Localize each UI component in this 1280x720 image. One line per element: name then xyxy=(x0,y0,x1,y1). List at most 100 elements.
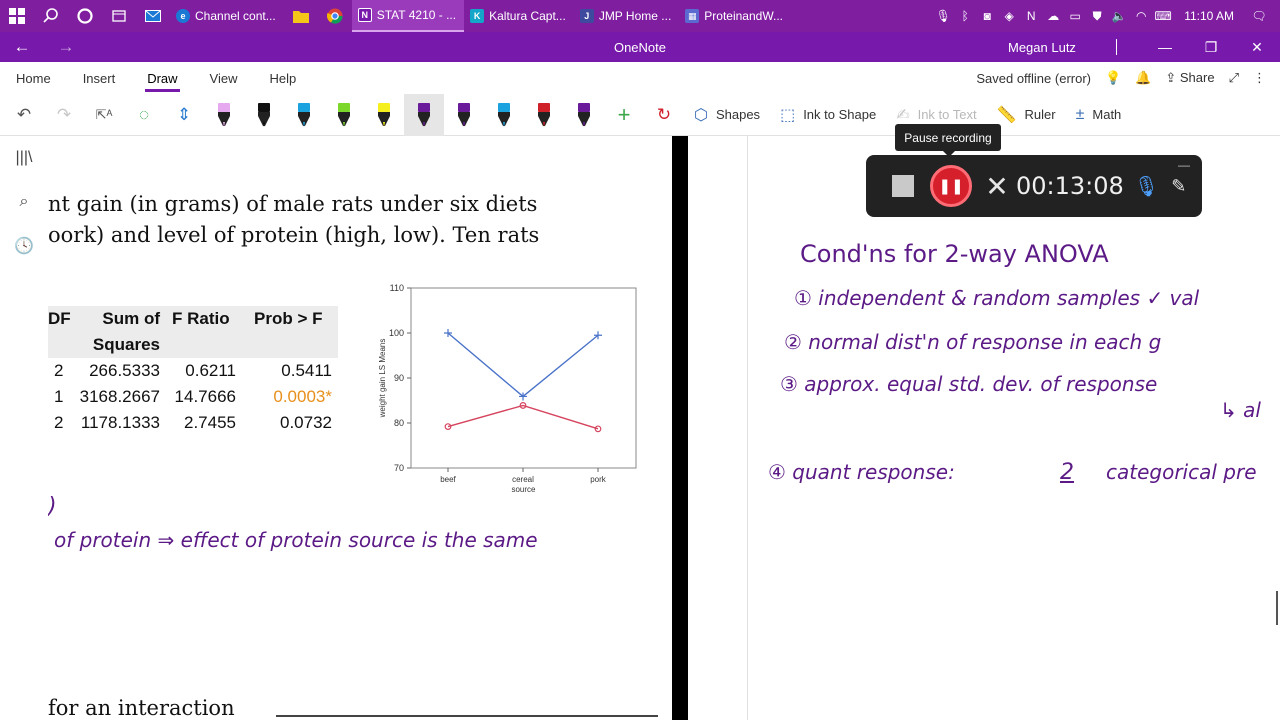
blue-pen-icon[interactable] xyxy=(284,94,324,136)
tab-draw[interactable]: Draw xyxy=(131,62,193,94)
minimize-icon[interactable]: — xyxy=(1142,32,1188,62)
lasso-select-icon[interactable]: ◌ xyxy=(124,94,164,136)
pause-icon: ❚❚ xyxy=(938,178,964,195)
annotate-pen-icon[interactable]: ✎ xyxy=(1171,176,1186,197)
tab-home[interactable]: Home xyxy=(0,62,67,94)
app-tray-icon[interactable]: ◈ xyxy=(998,0,1020,32)
f-ratio-header: F Ratio xyxy=(172,309,230,328)
ink-to-shape-button[interactable]: ⬚ Ink to Shape xyxy=(770,94,886,136)
notebooks-icon[interactable]: |||\ xyxy=(0,136,48,180)
fullscreen-icon[interactable]: ⤢ xyxy=(1229,70,1239,86)
file-explorer-icon[interactable] xyxy=(284,0,318,32)
tab-insert[interactable]: Insert xyxy=(67,62,132,94)
microphone-icon[interactable]: 🎙 xyxy=(932,0,954,32)
app-title: OneNote xyxy=(613,39,667,55)
kaltura-tray-icon[interactable]: ◙ xyxy=(976,0,998,32)
taskbar-item-kaltura[interactable]: K Kaltura Capt... xyxy=(464,0,574,32)
add-pen-icon[interactable]: + xyxy=(604,94,644,136)
math-icon: ± xyxy=(1075,105,1085,123)
anova-row: 2 1178.1333 2.7455 0.0732 xyxy=(48,410,338,436)
cortana-icon[interactable] xyxy=(68,0,102,32)
purple-galaxy-pen-icon[interactable] xyxy=(444,94,484,136)
ruler-label: Ruler xyxy=(1024,107,1056,122)
shapes-label: Shapes xyxy=(715,107,761,122)
taskbar-item-jmp-home[interactable]: J JMP Home ... xyxy=(574,0,679,32)
shapes-button[interactable]: ⬡ Shapes xyxy=(684,94,770,136)
account-name[interactable]: Megan Lutz xyxy=(1008,40,1076,55)
pink-highlighter-icon[interactable] xyxy=(204,94,244,136)
clock[interactable]: 11:10 AM xyxy=(1174,9,1248,23)
search-icon[interactable] xyxy=(34,0,68,32)
ink-condition-4-rest: categorical pre xyxy=(1106,460,1257,484)
anova-table: DF Sum of Squares F Ratio Prob > F 2 266.… xyxy=(48,306,338,436)
undo-icon[interactable]: ↶ xyxy=(4,94,44,136)
volume-icon[interactable]: 🔈 xyxy=(1108,0,1130,32)
taskbar-item-label: Kaltura Capt... xyxy=(489,9,566,23)
type-select-icon[interactable]: ⇱ᴬ xyxy=(84,94,124,136)
x-tick-label: cereal xyxy=(512,475,534,484)
tab-view[interactable]: View xyxy=(194,62,254,94)
lightbulb-icon[interactable]: 💡 xyxy=(1105,70,1121,86)
black-pen-icon[interactable] xyxy=(244,94,284,136)
battery-icon[interactable]: ▭ xyxy=(1064,0,1086,32)
add-space-icon[interactable]: ⇕ xyxy=(164,94,204,136)
anova-f-cell: 0.6211 xyxy=(185,361,236,380)
purple-glitter-pen-icon[interactable] xyxy=(564,94,604,136)
taskbar-item-protein-data[interactable]: ▦ ProteinandW... xyxy=(679,0,791,32)
notifications-icon[interactable]: 🗨 xyxy=(1248,0,1270,32)
redo-icon[interactable]: ↷ xyxy=(44,94,84,136)
taskbar-item-edge[interactable]: e Channel cont... xyxy=(170,0,284,32)
ink-condition-2: ② normal dist'n of response in each g xyxy=(784,330,1162,354)
defender-icon[interactable]: ⛊ xyxy=(1086,0,1108,32)
ink-conditions-title: Cond'ns for 2-way ANOVA xyxy=(800,240,1109,268)
yellow-highlighter-icon[interactable] xyxy=(364,94,404,136)
note-page[interactable]: nt gain (in grams) of male rats under si… xyxy=(48,136,1280,720)
microphone-icon[interactable]: 🎙 xyxy=(1134,174,1159,199)
onedrive-icon[interactable]: ☁ xyxy=(1042,0,1064,32)
close-icon[interactable]: ✕ xyxy=(1234,32,1280,62)
windows-start-icon[interactable] xyxy=(0,0,34,32)
share-icon: ⇪ xyxy=(1165,70,1180,85)
ribbon-more-icon[interactable]: ⋮ xyxy=(1253,70,1266,86)
shapes-icon: ⬡ xyxy=(694,106,708,124)
ruler-icon: 📏 xyxy=(996,106,1017,124)
mail-icon[interactable] xyxy=(136,0,170,32)
anova-rows: 2 266.5333 0.6211 0.5411 1 3168.2667 14.7666 0.… xyxy=(48,358,338,436)
anova-row: 1 3168.2667 14.7666 0.0003* xyxy=(48,384,338,410)
math-button[interactable]: ± Math xyxy=(1066,94,1132,136)
share-button[interactable]: ⇪ Share xyxy=(1165,70,1214,86)
recording-widget: ❚❚ ✕ 00:13:08 🎙 ✎ — xyxy=(866,155,1202,217)
red-pen-icon[interactable] xyxy=(524,94,564,136)
minimize-widget-icon[interactable]: — xyxy=(1178,158,1190,172)
taskbar-item-onenote[interactable]: N STAT 4210 - ... xyxy=(351,0,465,32)
keyboard-icon[interactable]: ⌨ xyxy=(1152,0,1174,32)
stop-recording-icon[interactable] xyxy=(892,175,914,197)
green-pen-icon[interactable] xyxy=(324,94,364,136)
scroll-indicator[interactable] xyxy=(1276,591,1278,625)
cancel-recording-icon[interactable]: ✕ xyxy=(984,170,1010,203)
chrome-icon[interactable] xyxy=(318,0,352,32)
purple-pen-icon[interactable] xyxy=(404,93,444,136)
x-tick-label: pork xyxy=(590,475,607,484)
blue-galaxy-pen-icon[interactable] xyxy=(484,94,524,136)
search-icon[interactable]: ⌕ xyxy=(0,180,48,224)
task-view-icon[interactable] xyxy=(102,0,136,32)
ink-condition-3-cont: ↳ al xyxy=(1220,398,1261,422)
sync-status[interactable]: Saved offline (error) xyxy=(976,71,1091,86)
windows-taskbar: e Channel cont... N STAT 4210 - ... K Ka… xyxy=(0,0,1280,32)
ink-protein-note: of protein ⇒ effect of protein source is… xyxy=(54,528,538,552)
wifi-icon[interactable]: ◠ xyxy=(1130,0,1152,32)
forward-arrow-icon[interactable]: → xyxy=(44,32,88,62)
ink-replay-icon[interactable]: ↻ xyxy=(644,94,684,136)
pause-recording-button[interactable]: ❚❚ xyxy=(930,165,972,207)
y-axis-label: weight gain LS Means xyxy=(378,339,387,419)
tab-help[interactable]: Help xyxy=(254,62,313,94)
bell-icon[interactable]: 🔔 xyxy=(1135,70,1151,86)
back-arrow-icon[interactable]: ← xyxy=(0,32,44,62)
title-bar: ← → OneNote Megan Lutz — ❐ ✕ xyxy=(0,32,1280,62)
bluetooth-icon[interactable]: ᛒ xyxy=(954,0,976,32)
restore-icon[interactable]: ❐ xyxy=(1188,32,1234,62)
notion-tray-icon[interactable]: N xyxy=(1020,0,1042,32)
recent-notes-icon[interactable]: 🕓 xyxy=(0,224,48,268)
anova-f-cell: 2.7455 xyxy=(184,413,236,432)
